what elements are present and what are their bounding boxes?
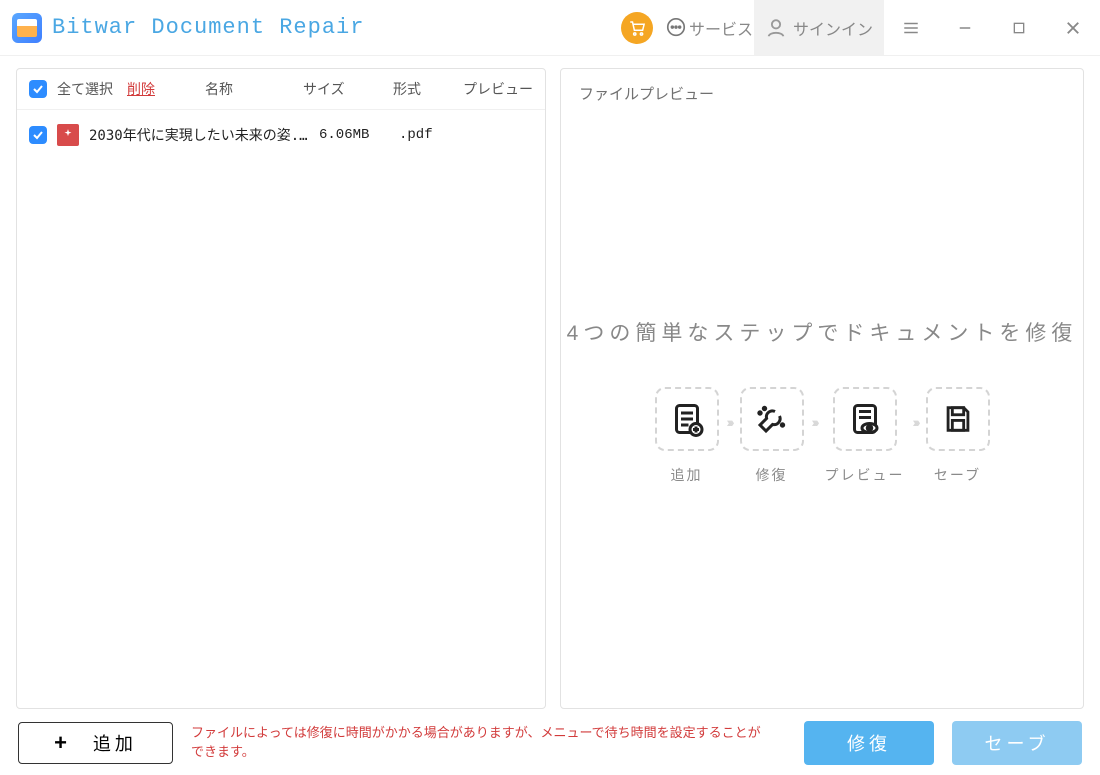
step-add: 追加 <box>655 387 719 485</box>
hamburger-icon <box>901 19 921 37</box>
chat-icon <box>665 17 687 39</box>
step-save: セーブ <box>926 387 990 485</box>
file-format: .pdf <box>399 127 449 143</box>
arrow-icon: ››› <box>812 414 817 458</box>
arrow-icon: ››› <box>913 414 918 458</box>
footer-note: ファイルによっては修復に時間がかかる場合がありますが、メニューで待ち時間を設定す… <box>191 724 771 762</box>
step-preview: プレビュー <box>825 387 905 485</box>
col-header-preview: プレビュー <box>463 79 533 99</box>
preview-body: 4つの簡単なステップでドキュメントを修復 追加 ››› 修復 ››› <box>561 104 1083 698</box>
signin-label: サインイン <box>793 16 873 40</box>
add-label: 追加 <box>93 730 137 756</box>
step-label: セーブ <box>934 465 981 485</box>
pdf-icon <box>57 124 79 146</box>
footer: + 追加 ファイルによっては修復に時間がかかる場合がありますが、メニューで待ち時… <box>0 709 1100 775</box>
close-button[interactable] <box>1046 0 1100 55</box>
col-header-format: 形式 <box>393 79 453 99</box>
cart-icon <box>621 12 653 44</box>
step-label: 追加 <box>671 465 703 485</box>
step-label: 修復 <box>756 465 788 485</box>
select-all-checkbox[interactable] <box>29 80 47 98</box>
file-list-panel: 全て選択 削除 名称 サイズ 形式 プレビュー 2030年代に実現したい未来の姿… <box>16 68 546 709</box>
service-label: サービス <box>689 16 753 40</box>
close-icon <box>1064 19 1082 37</box>
steps-row: 追加 ››› 修復 ››› プレビュー ››› <box>655 387 990 485</box>
cart-button[interactable] <box>610 0 664 55</box>
preview-panel: ファイルプレビュー 4つの簡単なステップでドキュメントを修復 追加 ››› 修復 <box>560 68 1084 709</box>
add-button[interactable]: + 追加 <box>18 722 173 764</box>
signin-button[interactable]: サインイン <box>754 0 884 55</box>
maximize-button[interactable] <box>992 0 1046 55</box>
file-name: 2030年代に実現したい未来の姿... <box>89 125 309 145</box>
preview-title: ファイルプレビュー <box>561 79 1083 104</box>
document-add-icon <box>655 387 719 451</box>
preview-heading: 4つの簡単なステップでドキュメントを修復 <box>567 317 1078 347</box>
step-repair: 修復 <box>740 387 804 485</box>
plus-icon: + <box>54 730 71 756</box>
maximize-icon <box>1011 20 1027 36</box>
minimize-button[interactable] <box>938 0 992 55</box>
col-header-name: 名称 <box>205 79 233 99</box>
select-all-label: 全て選択 <box>57 79 113 99</box>
save-button[interactable]: セーブ <box>952 721 1082 765</box>
app-title: Bitwar Document Repair <box>52 15 364 40</box>
delete-link[interactable]: 削除 <box>127 79 155 99</box>
user-icon <box>765 17 787 39</box>
repair-tool-icon <box>740 387 804 451</box>
step-label: プレビュー <box>825 465 905 485</box>
repair-button[interactable]: 修復 <box>804 721 934 765</box>
col-header-size: サイズ <box>303 79 383 99</box>
arrow-icon: ››› <box>727 414 732 458</box>
file-checkbox[interactable] <box>29 126 47 144</box>
list-header: 全て選択 削除 名称 サイズ 形式 プレビュー <box>17 69 545 110</box>
save-disk-icon <box>926 387 990 451</box>
service-button[interactable]: サービス <box>664 0 754 55</box>
minimize-icon <box>956 19 974 37</box>
eye-doc-icon <box>833 387 897 451</box>
app-logo-icon <box>12 13 42 43</box>
file-row[interactable]: 2030年代に実現したい未来の姿... 6.06MB .pdf <box>17 110 545 160</box>
titlebar-right: サービス サインイン <box>610 0 1100 55</box>
menu-button[interactable] <box>884 0 938 55</box>
main-area: 全て選択 削除 名称 サイズ 形式 プレビュー 2030年代に実現したい未来の姿… <box>0 56 1100 709</box>
file-size: 6.06MB <box>319 127 379 143</box>
titlebar: Bitwar Document Repair サービス サインイン <box>0 0 1100 56</box>
